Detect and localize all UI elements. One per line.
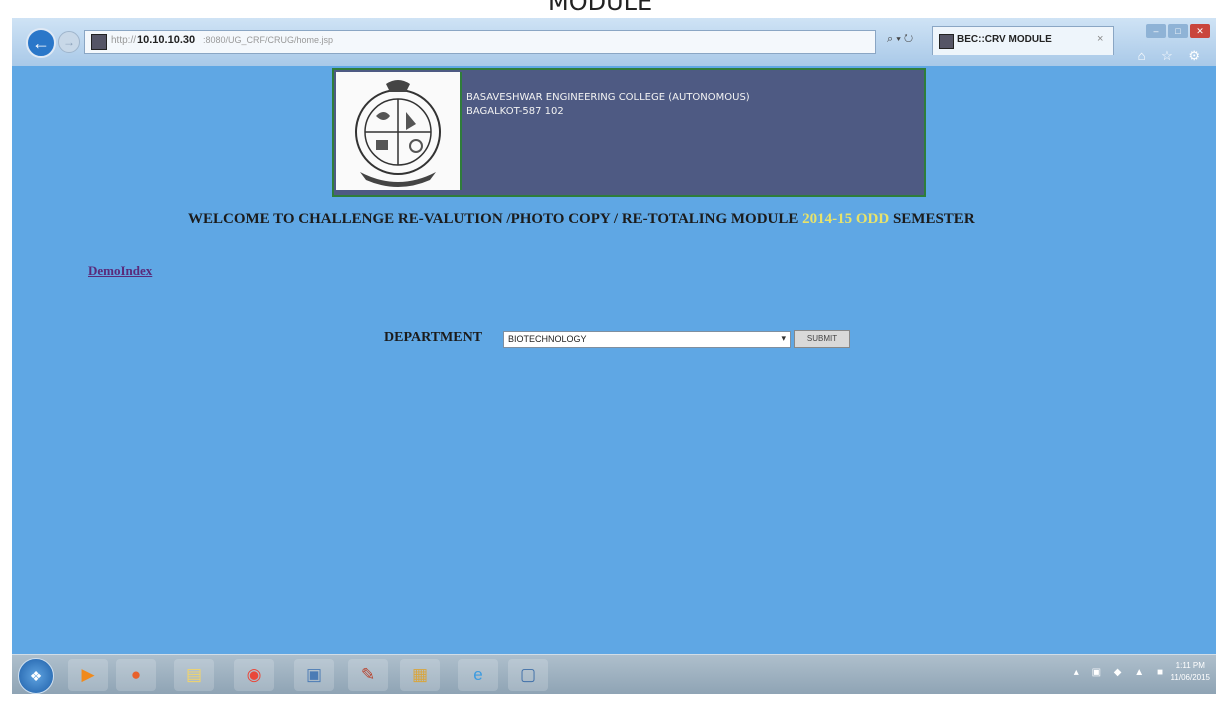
tab-close-icon[interactable]: × [1097, 33, 1103, 45]
system-tray-icons[interactable]: ▴ ▣ ◆ ▲ ■ [1074, 667, 1168, 678]
forward-button[interactable]: → [58, 31, 80, 53]
college-seal-icon [355, 80, 441, 187]
minimize-button[interactable]: – [1146, 24, 1166, 38]
department-selected-value: BIOTECHNOLOGY [508, 334, 587, 344]
start-button[interactable]: ❖ [18, 658, 54, 694]
close-button[interactable]: ✕ [1190, 24, 1210, 38]
window-controls: – □ ✕ [1144, 21, 1210, 39]
address-path: :8080/UG_CRF/CRUG/home.jsp [203, 35, 334, 45]
file-explorer-icon[interactable]: ▤ [174, 659, 214, 691]
college-address: BAGALKOT-587 102 [466, 106, 564, 117]
department-label: DEPARTMENT [384, 330, 483, 345]
address-host: 10.10.10.30 [137, 34, 196, 46]
page-content: BASAVESHWAR ENGINEERING COLLEGE (AUTONOM… [12, 66, 1216, 654]
college-name: BASAVESHWAR ENGINEERING COLLEGE (AUTONOM… [466, 92, 750, 103]
forward-arrow-icon: → [63, 35, 75, 49]
taskbar: ❖ ▶ ● ▤ ◉ ▣ ✎ ▦ e ▢ ▴ ▣ ◆ ▲ ■ 1:11 PM 11/06/2015 [12, 654, 1216, 694]
browser-chrome: ← → http:// 10.10.10.30 :8080/UG_CRF/CRU… [12, 18, 1216, 66]
chevron-down-icon: ▾ [781, 333, 786, 343]
internet-explorer-icon[interactable]: e [458, 659, 498, 691]
chrome-icon[interactable]: ◉ [234, 659, 274, 691]
college-banner: BASAVESHWAR ENGINEERING COLLEGE (AUTONOM… [332, 68, 926, 197]
tab-title: BEC::CRV MODULE [957, 34, 1052, 45]
welcome-text: WELCOME TO CHALLENGE RE-VALUTION /PHOTO … [188, 211, 803, 227]
firefox-icon[interactable]: ● [116, 659, 156, 691]
clock-date: 11/06/2015 [1170, 673, 1210, 682]
search-refresh-controls[interactable]: ⌕ ▾ ↻ [887, 33, 913, 46]
paint-icon[interactable]: ✎ [348, 659, 388, 691]
system-app-icon[interactable]: ▣ [294, 659, 334, 691]
clock-time: 1:11 PM [1175, 661, 1205, 670]
semester-highlight: 2014-15 ODD [802, 211, 890, 227]
department-select[interactable]: BIOTECHNOLOGY ▾ [503, 331, 791, 348]
college-logo [336, 72, 462, 190]
maximize-button[interactable]: □ [1168, 24, 1188, 38]
taskbar-clock[interactable]: 1:11 PM 11/06/2015 [1171, 660, 1210, 684]
tab-page-icon [939, 34, 954, 49]
document-caption: MODULE [548, 0, 653, 16]
demo-index-link[interactable]: DemoIndex [88, 263, 152, 279]
back-button[interactable]: ← [26, 28, 56, 58]
media-player-icon[interactable]: ▶ [68, 659, 108, 691]
welcome-heading: WELCOME TO CHALLENGE RE-VALUTION /PHOTO … [188, 211, 975, 228]
back-arrow-icon: ← [32, 33, 50, 53]
address-scheme: http:// [111, 35, 137, 46]
page-icon [91, 34, 107, 50]
browser-screen: ← → http:// 10.10.10.30 :8080/UG_CRF/CRU… [12, 18, 1216, 694]
window-app-icon[interactable]: ▢ [508, 659, 548, 691]
tab-bec-crv-module[interactable]: BEC::CRV MODULE × [932, 26, 1114, 55]
library-icon[interactable]: ▦ [400, 659, 440, 691]
address-bar[interactable]: http:// 10.10.10.30 :8080/UG_CRF/CRUG/ho… [84, 30, 876, 54]
windows-logo-icon: ❖ [29, 668, 43, 684]
welcome-suffix: SEMESTER [889, 211, 975, 227]
browser-toolbar-icons[interactable]: ⌂ ☆ ⚙ [1138, 48, 1206, 64]
submit-button[interactable]: SUBMIT [794, 330, 850, 348]
